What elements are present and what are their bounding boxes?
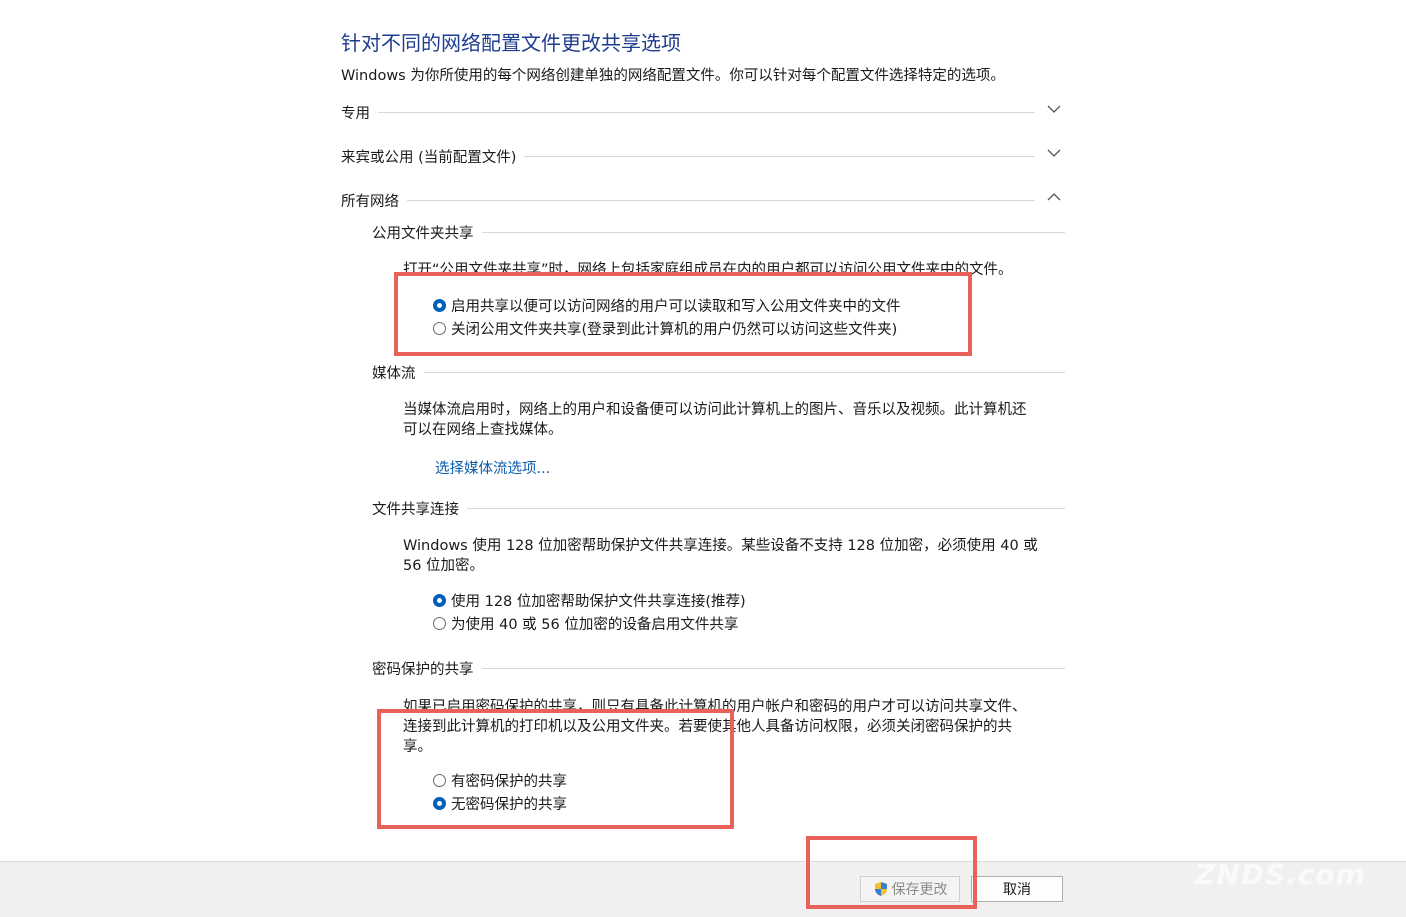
chevron-up-icon[interactable] [1043, 186, 1065, 208]
radio-button[interactable] [433, 593, 446, 607]
public-folder-sharing-heading: 公用文件夹共享 [372, 222, 482, 243]
desc-line: 可以在网络上查找媒体。 [403, 422, 563, 438]
media-streaming-heading: 媒体流 [372, 362, 424, 383]
cancel-button[interactable]: 取消 [971, 876, 1063, 902]
watermark-logo: ZNDS.com [1195, 858, 1366, 891]
encryption-128-option[interactable]: 使用 128 位加密帮助保护文件共享连接(推荐) [433, 590, 746, 610]
public-folder-sharing-header: 公用文件夹共享 [372, 222, 1065, 243]
page-title: 针对不同的网络配置文件更改共享选项 [341, 31, 681, 55]
media-streaming-header: 媒体流 [372, 362, 1065, 383]
option-label: 使用 128 位加密帮助保护文件共享连接(推荐) [451, 593, 746, 610]
divider [372, 372, 1065, 373]
encryption-40-56-option[interactable]: 为使用 40 或 56 位加密的设备启用文件共享 [433, 613, 738, 633]
profile-private-label: 专用 [341, 102, 378, 123]
annotation-box-public-folder [394, 272, 972, 356]
divider [341, 200, 1035, 201]
chevron-down-icon[interactable] [1043, 142, 1065, 164]
password-sharing-header: 密码保护的共享 [372, 658, 1065, 679]
password-sharing-heading: 密码保护的共享 [372, 658, 482, 679]
desc-line: 当媒体流启用时，网络上的用户和设备便可以访问此计算机上的图片、音乐以及视频。此计… [403, 402, 1027, 418]
file-sharing-connections-header: 文件共享连接 [372, 498, 1065, 519]
divider [372, 508, 1065, 509]
chevron-down-icon[interactable] [1043, 98, 1065, 120]
option-label: 为使用 40 或 56 位加密的设备启用文件共享 [451, 616, 739, 633]
desc-line: 56 位加密。 [403, 558, 485, 574]
annotation-box-save-button [806, 836, 977, 909]
media-streaming-options-link[interactable]: 选择媒体流选项... [435, 457, 550, 478]
profile-all-networks-header[interactable]: 所有网络 [341, 190, 1065, 211]
desc-line: Windows 使用 128 位加密帮助保护文件共享连接。某些设备不支持 128… [403, 538, 1038, 554]
file-sharing-connections-heading: 文件共享连接 [372, 498, 467, 519]
profile-all-networks-label: 所有网络 [341, 190, 407, 211]
annotation-box-password-sharing [377, 709, 734, 829]
profile-private-header[interactable]: 专用 [341, 102, 1065, 123]
media-streaming-desc: 当媒体流启用时，网络上的用户和设备便可以访问此计算机上的图片、音乐以及视频。此计… [403, 400, 1063, 440]
divider [341, 112, 1035, 113]
profile-guest-public-label: 来宾或公用 (当前配置文件) [341, 146, 525, 167]
radio-button[interactable] [433, 616, 446, 630]
profile-guest-public-header[interactable]: 来宾或公用 (当前配置文件) [341, 146, 1065, 167]
file-sharing-connections-desc: Windows 使用 128 位加密帮助保护文件共享连接。某些设备不支持 128… [403, 536, 1063, 576]
cancel-label: 取消 [1003, 882, 1031, 898]
page-intro: Windows 为你所使用的每个网络创建单独的网络配置文件。你可以针对每个配置文… [341, 68, 1005, 84]
